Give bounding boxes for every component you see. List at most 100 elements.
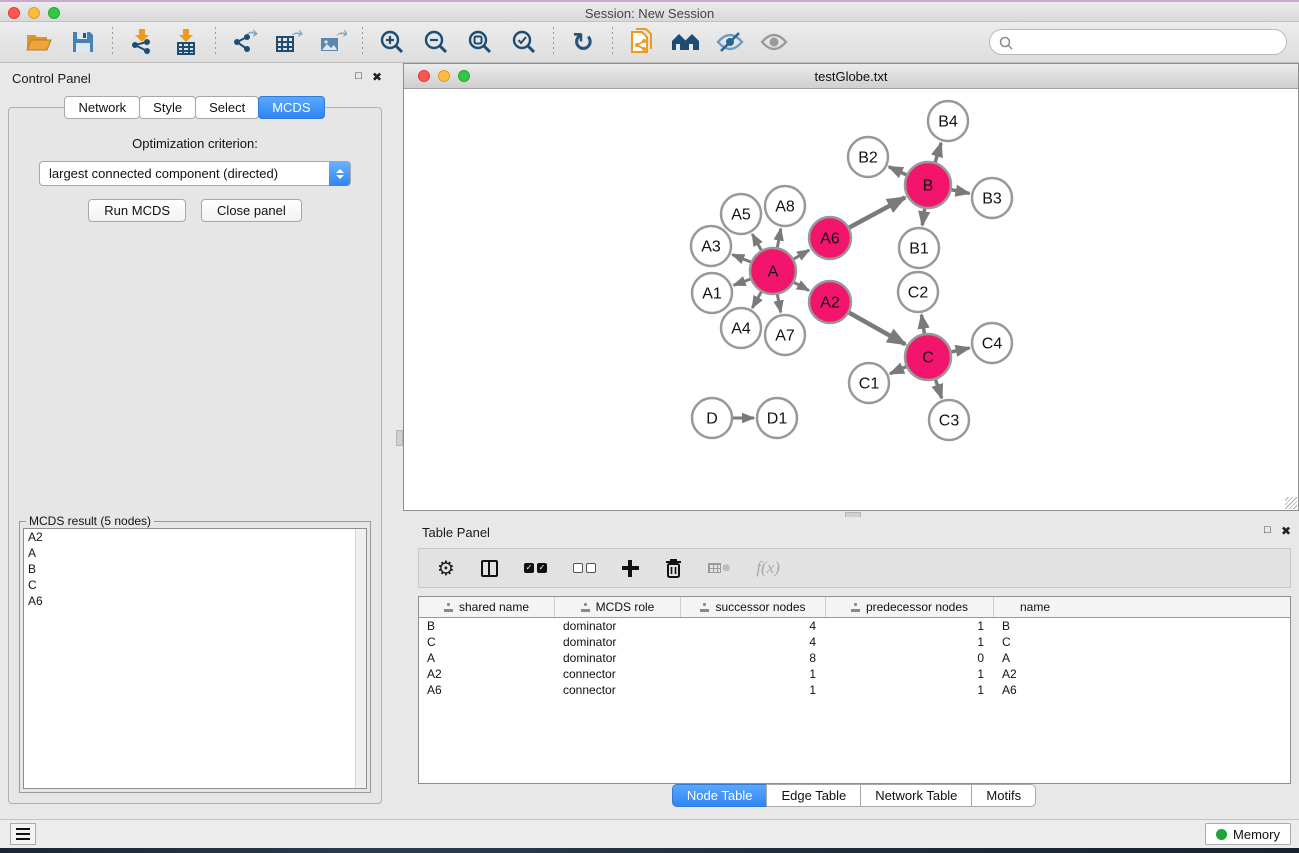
result-item[interactable]: A2 xyxy=(24,529,366,545)
tab-edge-table[interactable]: Edge Table xyxy=(766,784,861,807)
result-item[interactable]: A xyxy=(24,545,366,561)
edge-B-B3[interactable] xyxy=(952,190,970,194)
hide-selected-icon[interactable] xyxy=(715,27,745,57)
column-header-MCDS-role[interactable]: MCDS role xyxy=(555,597,681,617)
edge-C-C2[interactable] xyxy=(921,315,924,334)
resize-grip-icon[interactable] xyxy=(1285,497,1297,509)
column-header-shared-name[interactable]: shared name xyxy=(419,597,555,617)
delete-table-icon[interactable]: ⊗ xyxy=(708,556,730,580)
node-C[interactable]: C xyxy=(905,334,951,380)
node-C4[interactable]: C4 xyxy=(972,323,1012,363)
deselect-all-icon[interactable] xyxy=(573,556,596,580)
vertical-split-handle[interactable] xyxy=(396,430,403,446)
node-B1[interactable]: B1 xyxy=(899,228,939,268)
scrollbar-track[interactable] xyxy=(355,529,366,788)
table-row[interactable]: Adominator80A xyxy=(419,650,1290,666)
task-history-button[interactable] xyxy=(10,823,36,845)
node-A[interactable]: A xyxy=(750,248,796,294)
edge-A2-C[interactable] xyxy=(849,313,905,345)
close-panel-button[interactable]: Close panel xyxy=(201,199,302,222)
trash-icon[interactable] xyxy=(665,556,682,580)
edge-B-B1[interactable] xyxy=(922,209,924,225)
node-A6[interactable]: A6 xyxy=(809,217,851,259)
edge-C-C3[interactable] xyxy=(936,380,942,398)
save-session-icon[interactable] xyxy=(68,27,98,57)
export-image-icon[interactable] xyxy=(318,27,348,57)
edge-A-A3[interactable] xyxy=(732,255,750,262)
node-C1[interactable]: C1 xyxy=(849,363,889,403)
refresh-layout-icon[interactable]: ↻ xyxy=(568,27,598,57)
function-builder-icon[interactable]: f(x) xyxy=(756,556,780,580)
edge-B-B4[interactable] xyxy=(935,143,941,162)
export-network-icon[interactable] xyxy=(230,27,260,57)
export-table-icon[interactable] xyxy=(274,27,304,57)
column-header-successor-nodes[interactable]: successor nodes xyxy=(681,597,826,617)
close-panel-icon[interactable]: ✖ xyxy=(372,70,382,84)
node-A4[interactable]: A4 xyxy=(721,308,761,348)
edge-A-A7[interactable] xyxy=(777,295,780,313)
table-row[interactable]: A6connector11A6 xyxy=(419,682,1290,698)
float-table-panel-icon[interactable]: □ xyxy=(1264,524,1271,538)
result-item[interactable]: B xyxy=(24,561,366,577)
result-item[interactable]: C xyxy=(24,577,366,593)
tab-mcds[interactable]: MCDS xyxy=(258,96,324,119)
tab-network[interactable]: Network xyxy=(64,96,140,119)
node-A7[interactable]: A7 xyxy=(765,315,805,355)
column-header-predecessor-nodes[interactable]: predecessor nodes xyxy=(826,597,994,617)
zoom-fit-icon[interactable] xyxy=(465,27,495,57)
first-neighbors-icon[interactable] xyxy=(671,27,701,57)
network-window-titlebar[interactable]: testGlobe.txt xyxy=(404,64,1298,89)
run-mcds-button[interactable]: Run MCDS xyxy=(88,199,186,222)
zoom-in-icon[interactable] xyxy=(377,27,407,57)
columns-icon[interactable] xyxy=(481,556,498,580)
zoom-selected-icon[interactable] xyxy=(509,27,539,57)
memory-button[interactable]: Memory xyxy=(1205,823,1291,845)
node-B3[interactable]: B3 xyxy=(972,178,1012,218)
clone-network-icon[interactable] xyxy=(627,27,657,57)
node-C2[interactable]: C2 xyxy=(898,272,938,312)
node-C3[interactable]: C3 xyxy=(929,400,969,440)
node-A5[interactable]: A5 xyxy=(721,194,761,234)
tab-network-table[interactable]: Network Table xyxy=(860,784,972,807)
edge-C-C1[interactable] xyxy=(890,367,906,374)
table-row[interactable]: Cdominator41C xyxy=(419,634,1290,650)
mcds-result-list[interactable]: A2ABCA6 xyxy=(23,528,367,789)
node-B4[interactable]: B4 xyxy=(928,101,968,141)
tab-motifs[interactable]: Motifs xyxy=(971,784,1036,807)
node-A8[interactable]: A8 xyxy=(765,186,805,226)
node-A3[interactable]: A3 xyxy=(691,226,731,266)
tab-style[interactable]: Style xyxy=(139,96,196,119)
import-network-icon[interactable] xyxy=(127,27,157,57)
edge-A-A5[interactable] xyxy=(752,234,761,250)
edge-B-B2[interactable] xyxy=(889,167,906,175)
float-panel-icon[interactable]: □ xyxy=(355,70,362,84)
edge-A-A8[interactable] xyxy=(777,229,780,248)
edge-A-A4[interactable] xyxy=(752,292,761,308)
import-table-icon[interactable] xyxy=(171,27,201,57)
result-item[interactable]: A6 xyxy=(24,593,366,609)
edge-A6-B[interactable] xyxy=(849,197,905,227)
network-canvas[interactable]: B4B2BB3A5A8A6B1A3AC2A1A2A4A7C4CC1C3DD1 xyxy=(405,90,1297,509)
node-A1[interactable]: A1 xyxy=(692,273,732,313)
node-B[interactable]: B xyxy=(905,162,951,208)
edge-A-A6[interactable] xyxy=(794,250,809,259)
gear-icon[interactable]: ⚙ xyxy=(437,556,455,580)
zoom-out-icon[interactable] xyxy=(421,27,451,57)
table-row[interactable]: Bdominator41B xyxy=(419,618,1290,634)
open-file-icon[interactable] xyxy=(24,27,54,57)
table-row[interactable]: A2connector11A2 xyxy=(419,666,1290,682)
optimization-criterion-select[interactable]: largest connected component (directed) xyxy=(39,161,351,186)
node-B2[interactable]: B2 xyxy=(848,137,888,177)
select-all-icon[interactable]: ✓✓ xyxy=(524,556,547,580)
close-table-panel-icon[interactable]: ✖ xyxy=(1281,524,1291,538)
edge-A-A2[interactable] xyxy=(794,282,809,290)
edge-C-C4[interactable] xyxy=(951,348,969,352)
show-all-icon[interactable] xyxy=(759,27,789,57)
tab-node-table[interactable]: Node Table xyxy=(672,784,768,807)
search-input[interactable] xyxy=(989,29,1287,55)
edge-A-A1[interactable] xyxy=(734,279,751,285)
tab-select[interactable]: Select xyxy=(195,96,259,119)
add-icon[interactable] xyxy=(622,556,639,580)
node-D[interactable]: D xyxy=(692,398,732,438)
node-D1[interactable]: D1 xyxy=(757,398,797,438)
